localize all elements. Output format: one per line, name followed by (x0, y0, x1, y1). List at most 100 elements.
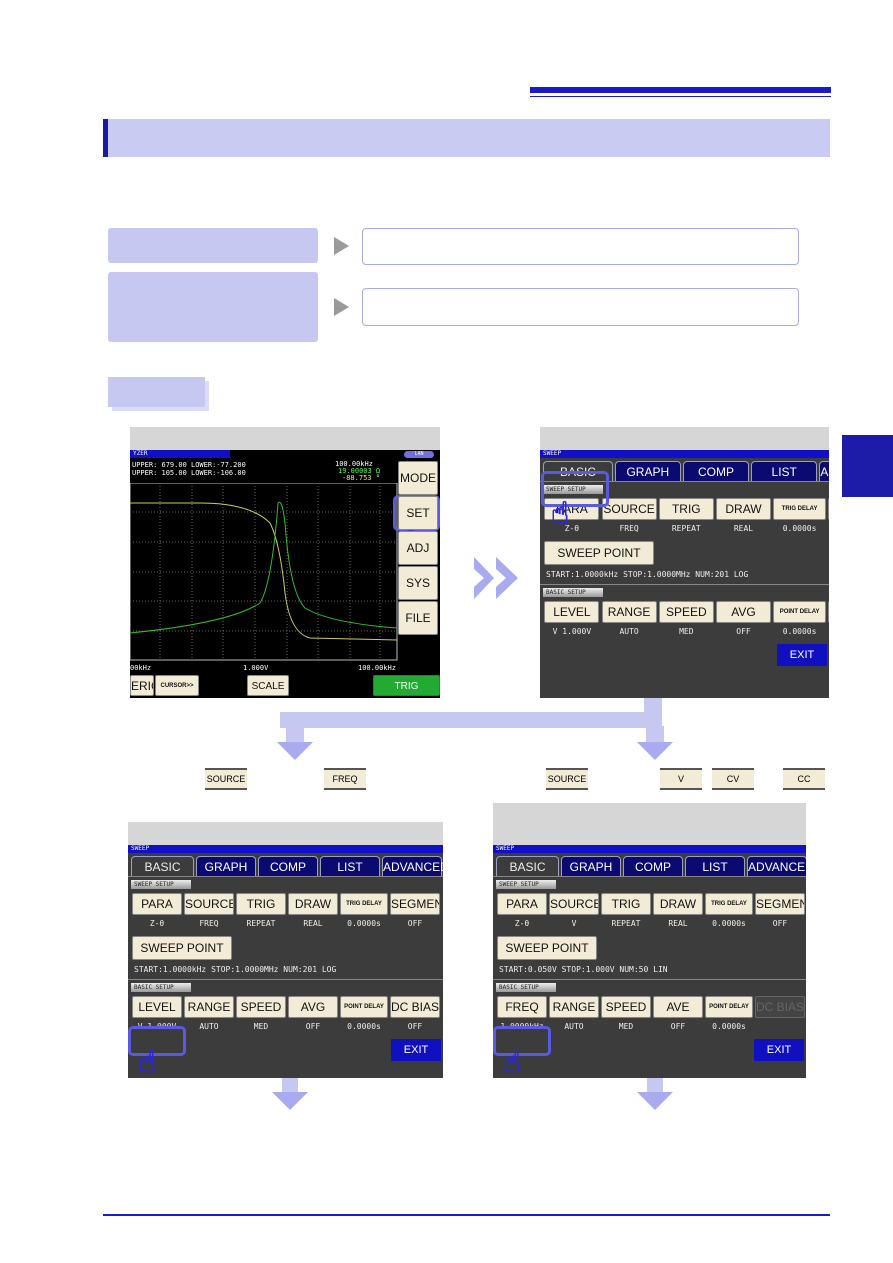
button-range[interactable]: RANGE (549, 996, 599, 1018)
button-draw[interactable]: DRAW (288, 893, 338, 915)
side-button-mode[interactable]: MODE (398, 461, 438, 495)
connector (286, 726, 304, 742)
sweep-point-button[interactable]: SWEEP POINT (544, 541, 654, 565)
button-para[interactable]: PARA (497, 893, 547, 915)
freq-key-icon: FREQ (324, 768, 366, 790)
screen-title: YZER (130, 450, 230, 458)
flow-step-box-1 (108, 228, 318, 263)
arrow-right-icon (334, 298, 349, 316)
button-draw[interactable]: DRAW (653, 893, 703, 915)
button-trig[interactable]: TRIG (601, 893, 651, 915)
arrow-down-icon (637, 742, 673, 760)
button-para[interactable]: PARA (132, 893, 182, 915)
connector (280, 712, 662, 728)
side-button-adj[interactable]: ADJ (398, 531, 438, 565)
button-speed[interactable]: SPEED (658, 601, 714, 623)
value-point-delay: 0.0000s (347, 1022, 381, 1031)
tab-basic[interactable]: BASIC (496, 856, 559, 876)
sweep-point-button[interactable]: SWEEP POINT (497, 936, 597, 960)
button-draw[interactable]: DRAW (716, 498, 771, 520)
button-avg[interactable]: AVG (288, 996, 338, 1018)
button-trig-delay[interactable]: TRIG DELAY (340, 893, 388, 915)
button-avg[interactable]: AVG (716, 601, 771, 623)
button-freq[interactable]: FREQ (497, 996, 547, 1018)
button-trig[interactable]: TRIG (236, 893, 286, 915)
tab-list[interactable]: LIST (751, 461, 818, 481)
button-range[interactable]: RANGE (601, 601, 657, 623)
button-speed[interactable]: SPEED (236, 996, 286, 1018)
value-trig-delay: 0.0000s (712, 919, 746, 928)
button-ave[interactable]: AVE (653, 996, 703, 1018)
touch-highlight (493, 1026, 551, 1056)
graph-screen: YZER LAN UPPER: 679.00 LOWER:-77.200 UPP… (130, 427, 440, 698)
button-dc-bias[interactable]: DC BIAS (828, 601, 829, 623)
button-speed[interactable]: SPEED (601, 996, 651, 1018)
value-segment: OFF (407, 919, 423, 928)
button-source[interactable]: SOURCE (184, 893, 234, 915)
tab-basic[interactable]: BASIC (131, 856, 194, 876)
side-button-file[interactable]: FILE (398, 601, 438, 635)
value-point-delay: 0.0000s (782, 627, 817, 636)
sweep-setup-label: SWEEP SETUP (496, 880, 556, 889)
value-avg: OFF (305, 1022, 321, 1031)
scale-button[interactable]: SCALE (247, 675, 289, 696)
tab-graph[interactable]: GRAPH (196, 856, 256, 876)
arrow-down-icon (277, 742, 313, 760)
cursor-button[interactable]: CURSOR>> (155, 675, 199, 696)
tab-graph[interactable]: GRAPH (561, 856, 621, 876)
tab-comp[interactable]: COMP (683, 461, 749, 481)
pointing-hand-icon: ☝ (137, 1045, 157, 1078)
sweep-setup-label: SWEEP SETUP (131, 880, 191, 889)
section-header-bar (103, 119, 830, 157)
limits-line-2: UPPER: 105.00 LOWER:-106.00 (132, 469, 246, 477)
side-button-sys[interactable]: SYS (398, 566, 438, 600)
theta-readout: -88.753 ° (342, 474, 380, 482)
button-level[interactable]: LEVEL (132, 996, 182, 1018)
button-trig[interactable]: TRIG (658, 498, 714, 520)
tab-comp[interactable]: COMP (623, 856, 683, 876)
exit-button[interactable]: EXIT (777, 644, 827, 666)
tab-comp[interactable]: COMP (258, 856, 318, 876)
button-trig-delay[interactable]: TRIG DELAY (773, 498, 826, 520)
value-dc-bias: OFF (407, 1022, 423, 1031)
x-axis-stop: 100.00kHz (358, 664, 396, 672)
button-point-delay[interactable]: POINT DELAY (705, 996, 753, 1018)
side-button-set[interactable]: SET (398, 496, 438, 530)
tab-list[interactable]: LIST (685, 856, 745, 876)
button-segment[interactable]: SEGMENT (390, 893, 440, 915)
exit-button[interactable]: EXIT (754, 1039, 804, 1061)
value-source: FREQ (199, 919, 219, 928)
button-source[interactable]: SOURCE (549, 893, 599, 915)
value-para: Z-θ (149, 919, 165, 928)
cv-key-icon: CV (712, 768, 754, 790)
trig-button[interactable]: TRIG (373, 675, 440, 696)
button-trig-delay[interactable]: TRIG DELAY (705, 893, 753, 915)
screen-title: SWEEP (540, 450, 829, 458)
sweep-point-info: START:0.050V STOP:1.000V NUM:50 LIN (499, 965, 668, 974)
sweep-point-info: START:1.0000kHz STOP:1.0000MHz NUM:201 L… (134, 965, 337, 974)
tab-list[interactable]: LIST (320, 856, 380, 876)
tab-advanced[interactable]: ADVANCED (382, 856, 443, 876)
value-trig: REPEAT (671, 524, 701, 533)
button-segment[interactable]: SEGMENT (828, 498, 829, 520)
tab-advanced[interactable]: ADVANCED (819, 461, 829, 481)
value-trig-delay: 0.0000s (782, 524, 817, 533)
exit-button[interactable]: EXIT (391, 1039, 441, 1061)
button-segment[interactable]: SEGMENT (755, 893, 805, 915)
value-speed: MED (679, 627, 694, 636)
tab-graph[interactable]: GRAPH (614, 461, 681, 481)
impedance-trace (130, 501, 398, 634)
button-point-delay[interactable]: POINT DELAY (340, 996, 388, 1018)
button-point-delay[interactable]: POINT DELAY (773, 601, 826, 623)
tab-advanced[interactable]: ADVANCED (747, 856, 806, 876)
button-level[interactable]: LEVEL (544, 601, 600, 623)
value-trig-delay: 0.0000s (347, 919, 381, 928)
sweep-point-button[interactable]: SWEEP POINT (132, 936, 232, 960)
numeric-button[interactable]: ERIC (130, 675, 154, 696)
button-dc-bias[interactable]: DC BIAS (390, 996, 440, 1018)
sweep-screen-top: SWEEPBASICGRAPHCOMPLISTADVANCEDSWEEP SET… (540, 427, 829, 698)
button-source[interactable]: SOURCE (601, 498, 657, 520)
connector (646, 726, 664, 742)
footer-rule (103, 1214, 830, 1216)
button-range[interactable]: RANGE (184, 996, 234, 1018)
